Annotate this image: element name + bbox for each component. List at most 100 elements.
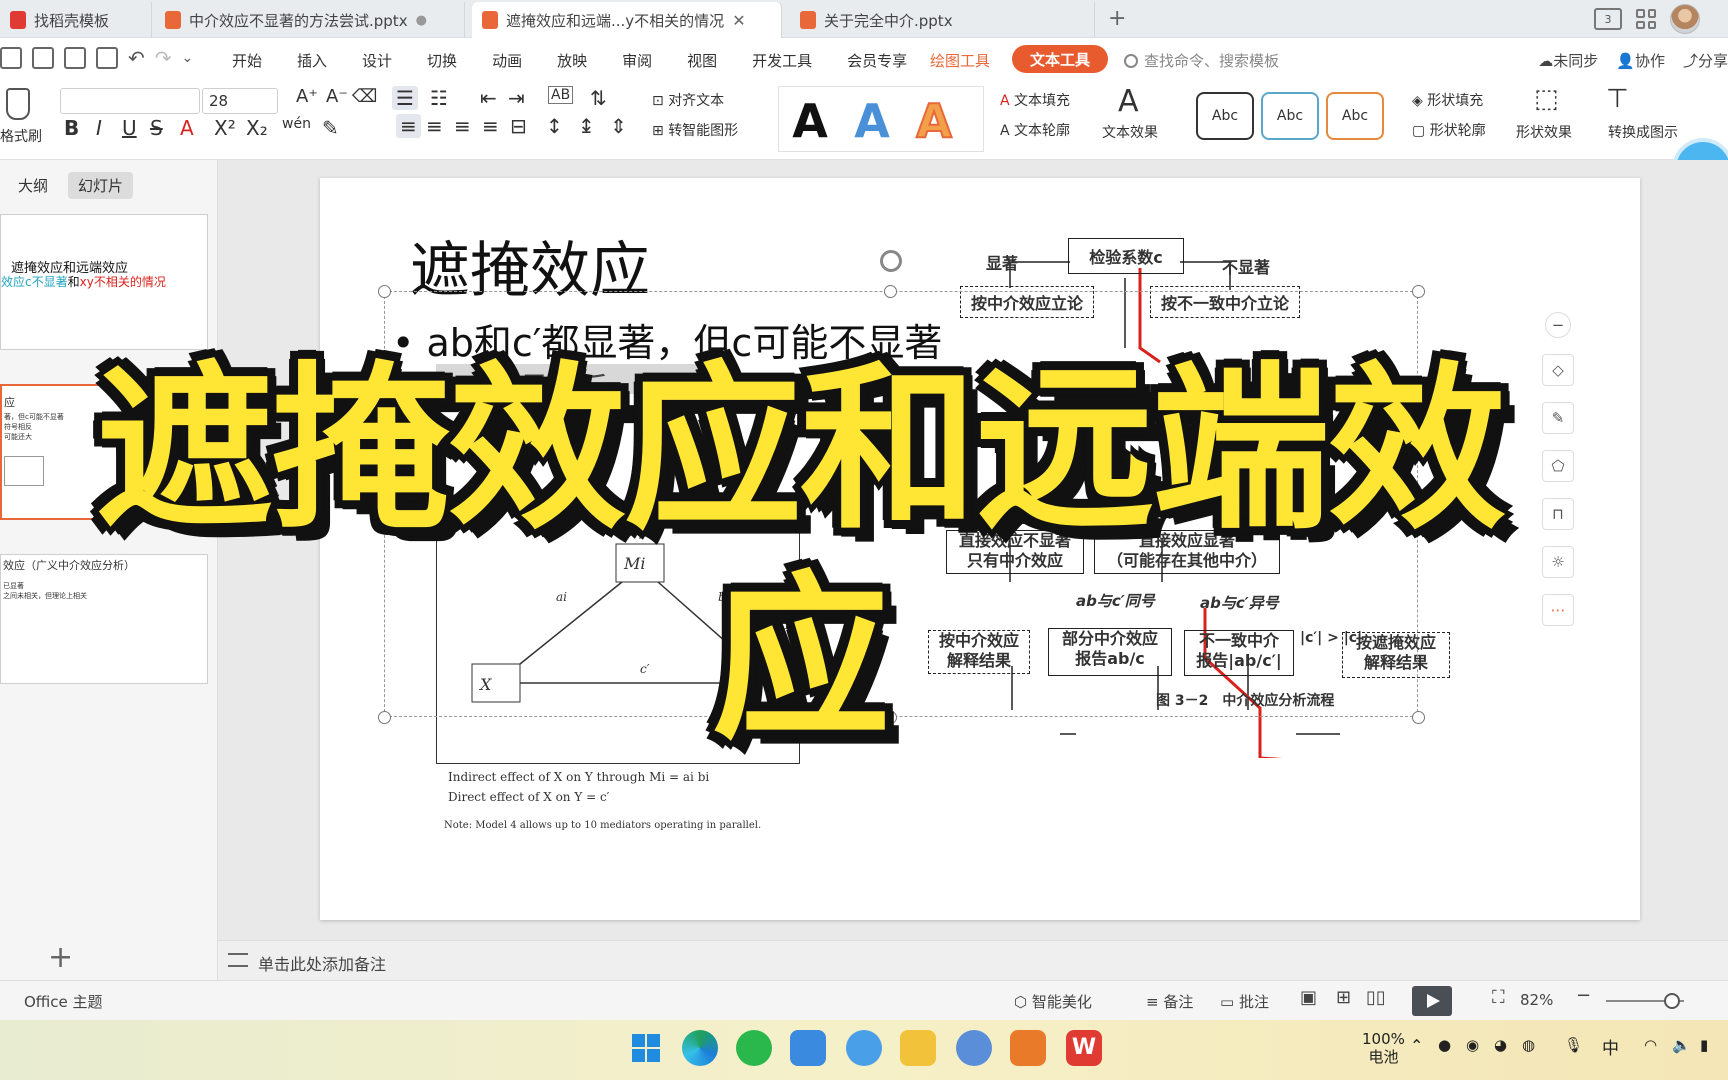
file-explorer-icon[interactable]: [900, 1030, 936, 1066]
add-slide-plus-icon[interactable]: +: [48, 940, 73, 975]
collaborate-button[interactable]: 👤协作: [1616, 50, 1665, 71]
superscript-icon[interactable]: X²: [214, 116, 236, 140]
tab-document-3[interactable]: 关于完全中介.pptx: [790, 2, 1095, 38]
comments-button[interactable]: ▭ 批注: [1220, 991, 1269, 1012]
sorter-view-icon[interactable]: ⊞: [1336, 987, 1351, 1008]
tab-document-1[interactable]: 中介效应不显著的方法尝试.pptx ●: [155, 2, 465, 38]
menu-insert[interactable]: 插入: [297, 50, 327, 71]
lightbulb-icon[interactable]: ☼: [1542, 546, 1574, 578]
undo-icon[interactable]: ↶: [128, 46, 145, 70]
align-text-button[interactable]: ⊡ 对齐文本: [652, 90, 724, 110]
share-button[interactable]: ⤴分享: [1683, 50, 1728, 71]
window-layout-icon[interactable]: 3: [1594, 8, 1622, 30]
justify-icon[interactable]: ≡: [482, 114, 499, 138]
shape-effect-label[interactable]: 形状效果: [1516, 122, 1572, 142]
align-right-icon[interactable]: ≡: [454, 114, 471, 138]
font-size-select[interactable]: 28: [202, 88, 278, 114]
bullet-list-icon[interactable]: ☰: [392, 86, 418, 110]
battery-status[interactable]: 100% 电池: [1362, 1030, 1405, 1066]
shape-style-orange[interactable]: Abc: [1326, 92, 1384, 140]
slide-thumbnail-1[interactable]: 遮掩效应和远端效应 效应c不显著和xy不相关的情况: [0, 214, 208, 350]
pen-icon[interactable]: ✎: [1542, 402, 1574, 434]
more-icon[interactable]: ⋯: [1542, 594, 1574, 626]
print-icon[interactable]: [64, 47, 86, 69]
shape-style-blue[interactable]: Abc: [1261, 92, 1319, 140]
power-icon[interactable]: ▮: [1700, 1036, 1708, 1054]
math-app-icon[interactable]: [956, 1030, 992, 1066]
menu-transition[interactable]: 切换: [427, 50, 457, 71]
sync-status[interactable]: ☁未同步: [1538, 50, 1598, 71]
windows-start-icon[interactable]: [628, 1030, 664, 1066]
print-preview-icon[interactable]: [96, 47, 118, 69]
shape-fill-button[interactable]: ◈ 形状填充: [1412, 90, 1483, 110]
text-style-orange[interactable]: A: [907, 94, 961, 148]
underline-icon[interactable]: U: [122, 116, 137, 140]
menu-drawing-tools[interactable]: 绘图工具: [930, 50, 990, 71]
italic-icon[interactable]: I: [96, 116, 102, 140]
grow-font-icon[interactable]: A⁺: [296, 86, 318, 107]
tab-docer-templates[interactable]: 找稻壳模板: [0, 2, 152, 38]
menu-member[interactable]: 会员专享: [847, 50, 907, 71]
shape-style-dark[interactable]: Abc: [1196, 92, 1254, 140]
wifi-icon[interactable]: ◠: [1644, 1036, 1657, 1054]
collapse-icon[interactable]: −: [1545, 312, 1571, 338]
font-family-select[interactable]: [60, 88, 200, 114]
photos-app-icon[interactable]: [790, 1030, 826, 1066]
menu-text-tools[interactable]: 文本工具: [1012, 45, 1109, 73]
text-style-blue[interactable]: A: [845, 95, 899, 147]
zoom-level[interactable]: 82%: [1520, 991, 1553, 1009]
convert-diagram-label[interactable]: 转换成图示: [1608, 122, 1678, 142]
convert-diagram-icon[interactable]: ⊤: [1606, 84, 1629, 114]
align-center-icon[interactable]: ≡: [426, 114, 443, 138]
phonetic-guide-icon[interactable]: wén: [282, 116, 311, 132]
edge-browser-icon[interactable]: [682, 1030, 718, 1066]
line-spacing-icon[interactable]: ↕: [546, 114, 563, 138]
command-search[interactable]: 查找命令、搜索模板: [1124, 50, 1279, 71]
shape-effect-icon[interactable]: ⬚: [1534, 84, 1559, 114]
shape-outline-button[interactable]: ▢ 形状轮廓: [1412, 120, 1486, 140]
resize-handle[interactable]: [884, 285, 897, 298]
theme-name[interactable]: Office 主题: [24, 991, 103, 1012]
volume-icon[interactable]: 🔈: [1672, 1036, 1691, 1054]
resize-handle[interactable]: [1412, 285, 1425, 298]
format-painter-icon[interactable]: [6, 88, 30, 120]
apps-grid-icon[interactable]: [1636, 9, 1656, 29]
text-direction-icon[interactable]: AB: [548, 86, 574, 104]
sort-icon[interactable]: ⇅: [590, 86, 607, 110]
new-tab-plus-icon[interactable]: +: [1108, 6, 1126, 31]
bold-icon[interactable]: B: [64, 116, 79, 140]
pdf-app-icon[interactable]: [1010, 1030, 1046, 1066]
smart-shape-button[interactable]: ⊞ 转智能图形: [652, 120, 738, 140]
export-icon[interactable]: [32, 47, 54, 69]
smart-beautify-button[interactable]: ⬡ 智能美化: [1014, 991, 1092, 1012]
tab-document-active[interactable]: 遮掩效应和远端...y不相关的情况 ✕: [472, 2, 782, 38]
customize-chevron-icon[interactable]: ⌄: [182, 50, 194, 66]
increase-indent-icon[interactable]: ⇥: [508, 86, 525, 110]
globe-app-icon[interactable]: [846, 1030, 882, 1066]
redo-icon[interactable]: ↷: [155, 46, 172, 70]
play-slideshow-icon[interactable]: [1412, 986, 1452, 1016]
wechat-tray-icon[interactable]: ●: [1438, 1036, 1451, 1054]
text-effect-label[interactable]: 文本效果: [1102, 122, 1158, 142]
strikethrough-icon[interactable]: S: [150, 116, 163, 140]
numbered-list-icon[interactable]: ☷: [430, 86, 448, 110]
text-fill-button[interactable]: A 文本填充: [1000, 90, 1070, 110]
highlight-icon[interactable]: ✎: [322, 116, 339, 140]
close-tab-icon[interactable]: ✕: [732, 11, 745, 30]
distribute-icon[interactable]: ⊟: [510, 114, 527, 138]
paragraph-spacing-icon[interactable]: ↨: [578, 114, 595, 138]
menu-design[interactable]: 设计: [362, 50, 392, 71]
qq-tray-icon[interactable]: ◕: [1494, 1036, 1507, 1054]
outline-icon[interactable]: ⊓: [1542, 498, 1574, 530]
tray-app2-icon[interactable]: ◍: [1522, 1036, 1535, 1054]
user-avatar[interactable]: [1670, 4, 1700, 34]
ime-indicator[interactable]: 中: [1602, 1034, 1619, 1059]
reading-view-icon[interactable]: ▯▯: [1366, 987, 1386, 1008]
subscript-icon[interactable]: X₂: [246, 116, 268, 140]
tray-app-icon[interactable]: ◉: [1466, 1036, 1479, 1054]
save-icon[interactable]: [0, 47, 22, 69]
notes-bar[interactable]: 单击此处添加备注: [218, 940, 1728, 980]
menu-slideshow[interactable]: 放映: [557, 50, 587, 71]
normal-view-icon[interactable]: ▣: [1300, 987, 1317, 1008]
text-outline-button[interactable]: A 文本轮廓: [1000, 120, 1070, 140]
